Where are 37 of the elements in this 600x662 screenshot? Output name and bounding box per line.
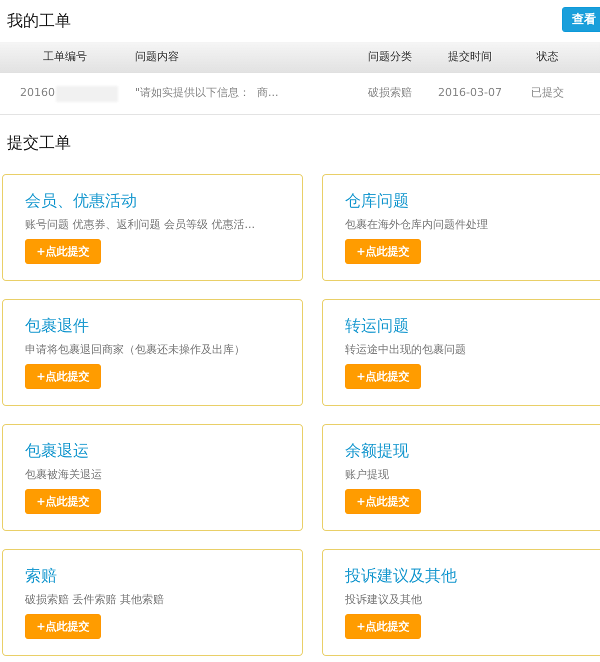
category-title: 包裹退件 <box>25 316 90 336</box>
category-description: 包裹在海外仓库内问题件处理 <box>345 218 489 232</box>
submit-button[interactable]: +点此提交 <box>25 614 101 640</box>
submit-button[interactable]: +点此提交 <box>345 614 421 640</box>
column-header: 提交时间 <box>447 49 493 66</box>
column-header: 工单编号 <box>42 49 88 66</box>
category-title: 余额提现 <box>345 441 410 461</box>
ticket-number: 20160 <box>20 85 55 102</box>
submit-button[interactable]: +点此提交 <box>345 239 421 264</box>
column-header: 问题分类 <box>367 49 413 66</box>
table-cell-text: 2016-03-07 <box>437 85 503 102</box>
page-title: 我的工单 <box>7 11 71 31</box>
submit-button[interactable]: +点此提交 <box>25 239 101 264</box>
category-title: 转运问题 <box>345 316 410 336</box>
submit-button[interactable]: +点此提交 <box>345 489 421 514</box>
category-description: 投诉建议及其他 <box>345 593 423 607</box>
category-title: 包裹退运 <box>25 441 90 461</box>
submit-button[interactable]: +点此提交 <box>25 364 101 390</box>
column-header: 状态 <box>536 49 560 66</box>
category-description: 转运途中出现的包裹问题 <box>345 343 467 357</box>
category-description: 账号问题 优惠券、返利问题 会员等级 优惠活... <box>25 218 256 232</box>
table-cell-text: 破损索赔 <box>367 85 413 102</box>
category-description: 申请将包裹退回商家（包裹还未操作及出库） <box>25 343 246 357</box>
category-description: 破损索赔 丢件索赔 其他索赔 <box>25 593 165 607</box>
table-cell-text: 已提交 <box>530 85 565 102</box>
category-description: 账户提现 <box>345 468 390 482</box>
table-cell-text: "请如实提供以下信息： 商... <box>134 85 280 102</box>
category-description: 包裹被海关退运 <box>25 468 103 482</box>
view-all-button[interactable]: 查看 <box>562 7 600 32</box>
submit-button[interactable]: +点此提交 <box>345 364 421 390</box>
section-title: 提交工单 <box>7 133 72 153</box>
category-title: 会员、优惠活动 <box>25 191 138 211</box>
submit-button[interactable]: +点此提交 <box>25 489 101 514</box>
category-title: 投诉建议及其他 <box>345 566 458 586</box>
category-title: 仓库问题 <box>345 191 410 211</box>
category-title: 索赔 <box>25 566 58 586</box>
column-header: 问题内容 <box>134 49 180 66</box>
